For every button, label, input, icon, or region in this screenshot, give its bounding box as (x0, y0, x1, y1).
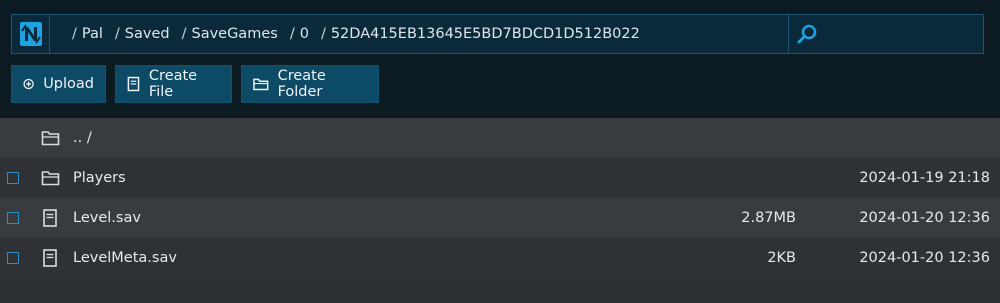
breadcrumb-separator: / (72, 26, 77, 42)
top-bar: / Pal / Saved / SaveGames / 0 / 52DA415E… (0, 0, 1000, 118)
row-checkbox[interactable] (7, 252, 19, 265)
file-list: .. / Players 2024-01-19 21:18 Level.sav … (0, 118, 1000, 278)
parent-directory-row[interactable]: .. / (0, 118, 1000, 158)
file-icon (43, 249, 57, 267)
row-checkbox[interactable] (7, 172, 19, 185)
create-folder-label: Create Folder (277, 68, 326, 100)
create-file-label: Create File (148, 68, 198, 100)
breadcrumb-item-saved[interactable]: Saved (125, 26, 170, 42)
folder-icon (41, 171, 60, 186)
file-date: 2024-01-19 21:18 (859, 170, 990, 186)
breadcrumb-separator: / (320, 26, 326, 42)
row-checkbox[interactable] (7, 212, 19, 225)
file-size: 2.87MB (741, 210, 796, 226)
create-file-button[interactable]: Create File (115, 65, 232, 103)
upload-button[interactable]: Upload (11, 65, 106, 103)
file-icon (127, 76, 140, 92)
file-size: 2KB (767, 250, 796, 266)
search-input[interactable] (789, 15, 983, 53)
toolbar: Upload Create File Create Folder (11, 65, 379, 103)
table-row[interactable]: LevelMeta.sav 2KB 2024-01-20 12:36 (0, 238, 1000, 278)
breadcrumb-item-savegames[interactable]: SaveGames (191, 26, 277, 42)
breadcrumb-separator: / (289, 26, 295, 42)
file-icon (43, 209, 57, 227)
file-date: 2024-01-20 12:36 (859, 210, 990, 226)
plus-circle-icon (23, 78, 34, 90)
breadcrumb: / Pal / Saved / SaveGames / 0 / 52DA415E… (50, 15, 789, 53)
path-bar: / Pal / Saved / SaveGames / 0 / 52DA415E… (11, 14, 984, 54)
file-name[interactable]: Players (73, 170, 126, 186)
app-logo-icon[interactable] (12, 15, 50, 53)
breadcrumb-item-0[interactable]: 0 (300, 26, 309, 42)
breadcrumb-separator: / (181, 26, 187, 42)
table-row[interactable]: Players 2024-01-19 21:18 (0, 158, 1000, 198)
parent-directory-label: .. / (73, 130, 92, 146)
folder-icon (253, 78, 269, 91)
breadcrumb-separator: / (114, 26, 120, 42)
breadcrumb-item-pal[interactable]: Pal (82, 26, 103, 42)
file-date: 2024-01-20 12:36 (859, 250, 990, 266)
breadcrumb-item-current[interactable]: 52DA415EB13645E5BD7BDCD1D512B022 (331, 26, 640, 42)
file-name[interactable]: Level.sav (73, 210, 141, 226)
file-name[interactable]: LevelMeta.sav (73, 250, 177, 266)
create-folder-button[interactable]: Create Folder (241, 65, 379, 103)
upload-label: Upload (43, 76, 94, 92)
table-row[interactable]: Level.sav 2.87MB 2024-01-20 12:36 (0, 198, 1000, 238)
folder-icon (41, 131, 60, 146)
search-icon[interactable] (796, 23, 818, 45)
